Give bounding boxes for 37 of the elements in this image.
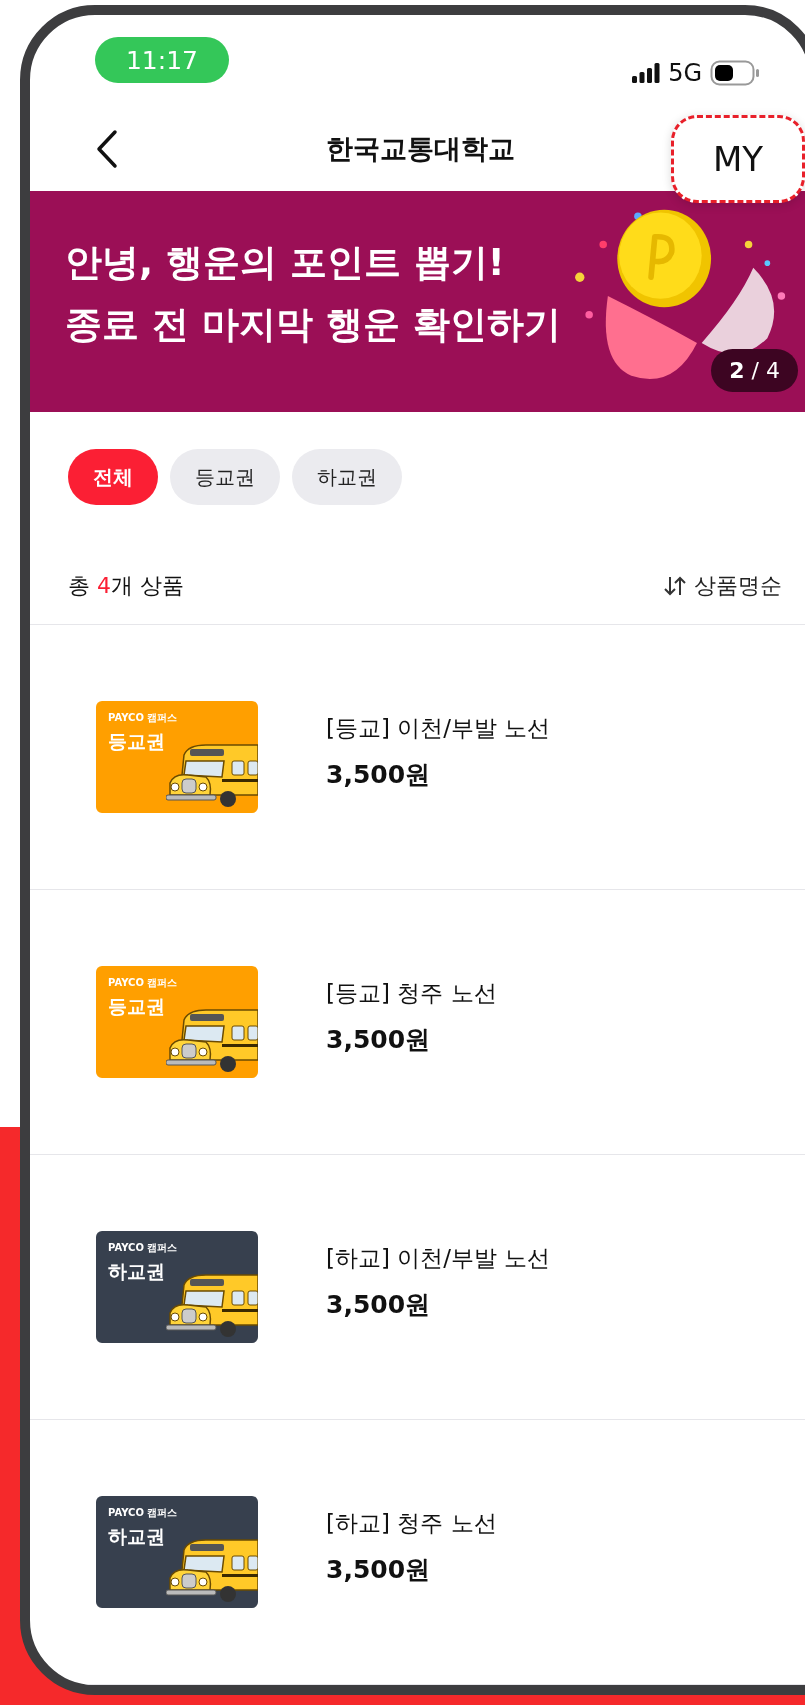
filter-chip[interactable]: 하교권	[292, 449, 402, 506]
thumbnail-brand: PAYCO 캠퍼스	[108, 976, 178, 990]
product-title: [등교] 청주 노선	[326, 979, 497, 1008]
thumbnail-label: 등교권	[108, 994, 165, 1019]
product-count: 총 4개 상품	[68, 571, 184, 600]
banner-headline: 안녕, 행운의 포인트 뽑기!	[65, 240, 506, 287]
product-price: 3,500원	[326, 1554, 432, 1586]
signal-icon	[632, 63, 661, 83]
thumbnail-brand: PAYCO 캠퍼스	[108, 1506, 178, 1520]
product-row[interactable]: PAYCO 캠퍼스 등교권 [등교] 이천/부발 노선 3,500원	[30, 625, 805, 890]
battery-icon	[710, 60, 760, 86]
product-title: [하교] 청주 노선	[326, 1509, 497, 1538]
product-price: 3,500원	[326, 759, 432, 791]
page-title: 한국교통대학교	[325, 131, 515, 166]
thumbnail-brand: PAYCO 캠퍼스	[108, 1241, 178, 1255]
thumbnail-brand: PAYCO 캠퍼스	[108, 711, 178, 725]
thumbnail-label: 하교권	[108, 1524, 165, 1549]
product-title: [하교] 이천/부발 노선	[326, 1244, 551, 1273]
status-time: 11:17	[95, 37, 229, 83]
sort-icon	[664, 574, 686, 597]
product-row[interactable]: PAYCO 캠퍼스 하교권 [하교] 청주 노선 3,500원	[30, 1420, 805, 1685]
product-row[interactable]: PAYCO 캠퍼스 하교권 [하교] 이천/부발 노선 3,500원	[30, 1155, 805, 1420]
thumbnail-label: 등교권	[108, 729, 165, 754]
network-label: 5G	[668, 59, 702, 87]
filter-chip[interactable]: 등교권	[170, 449, 280, 506]
product-price: 3,500원	[326, 1289, 432, 1321]
banner-headline: 종료 전 마지막 행운 확인하기	[65, 302, 561, 349]
product-price: 3,500원	[326, 1024, 432, 1056]
back-icon[interactable]	[95, 128, 119, 169]
sort-button[interactable]: 상품명순	[664, 570, 782, 601]
product-row[interactable]: PAYCO 캠퍼스 등교권 [등교] 청주 노선 3,500원	[30, 890, 805, 1155]
product-title: [등교] 이천/부발 노선	[326, 714, 551, 743]
filter-chip[interactable]: 전체	[68, 449, 158, 506]
slide-counter: 2 / 4	[711, 349, 798, 393]
thumbnail-label: 하교권	[108, 1259, 165, 1284]
promo-banner[interactable]: 안녕, 행운의 포인트 뽑기! 종료 전 마지막 행운 확인하기 2 / 4	[30, 190, 805, 413]
my-button[interactable]: MY	[671, 115, 805, 204]
